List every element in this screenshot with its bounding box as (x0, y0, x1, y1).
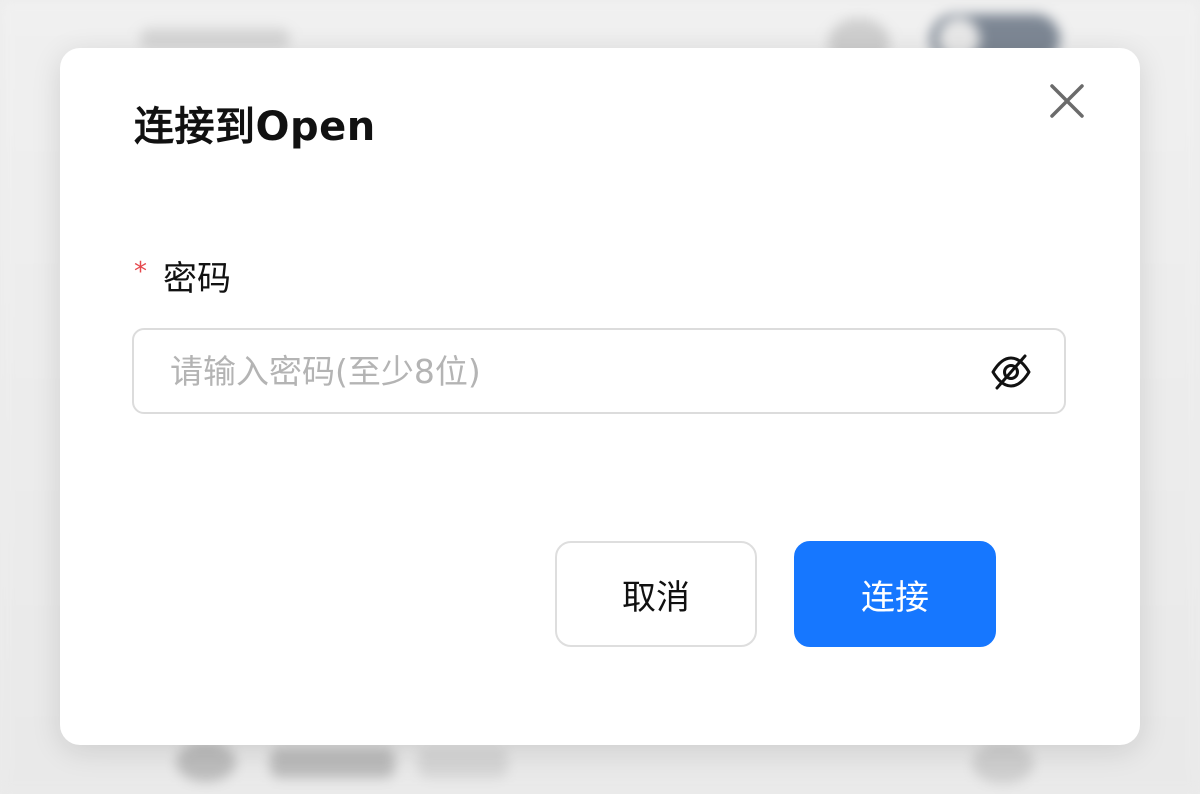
required-mark: * (134, 256, 147, 287)
connect-dialog: 连接到Open * 密码 取消 连接 (60, 48, 1140, 745)
password-field (132, 328, 1066, 414)
password-input[interactable] (168, 350, 952, 392)
eye-off-icon (991, 354, 1031, 390)
close-icon (1050, 84, 1084, 118)
background-icon (176, 742, 236, 782)
close-button[interactable] (1044, 78, 1090, 124)
password-visibility-toggle[interactable] (990, 352, 1032, 392)
password-label: * 密码 (134, 251, 231, 300)
dialog-title: 连接到Open (134, 104, 376, 150)
connect-button[interactable]: 连接 (794, 541, 996, 647)
background-text (418, 748, 508, 778)
password-label-text: 密码 (163, 259, 231, 299)
background-text (270, 748, 395, 778)
background-text (140, 28, 290, 50)
cancel-button[interactable]: 取消 (555, 541, 757, 647)
background-icon (972, 742, 1034, 784)
